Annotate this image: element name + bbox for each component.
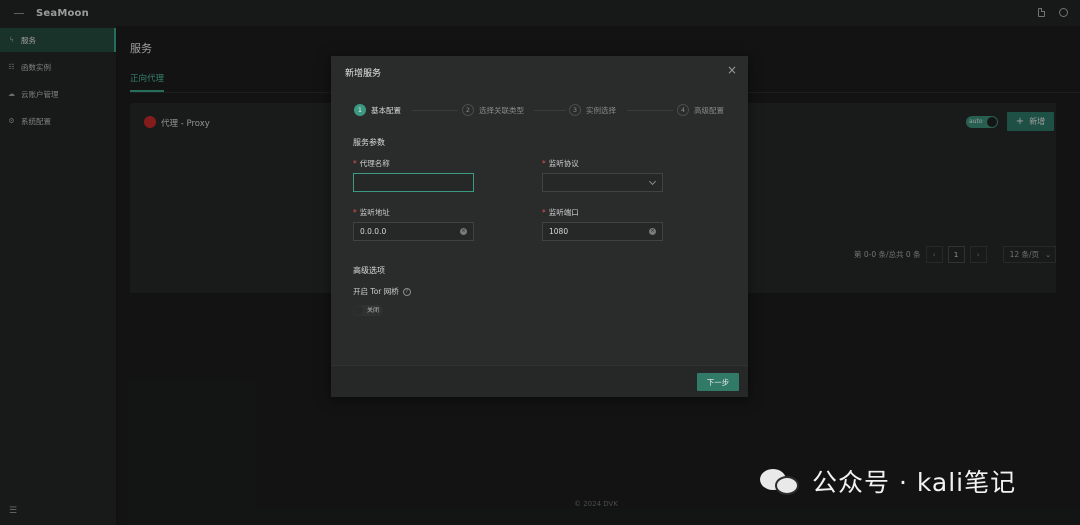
field-label-text: 监听地址 <box>359 208 390 217</box>
help-icon[interactable]: ? <box>402 287 411 296</box>
section-service-params: 服务参数 <box>353 138 385 147</box>
step-number: 2 <box>462 104 474 116</box>
required-mark: * <box>353 159 357 168</box>
clear-icon[interactable]: × <box>460 228 467 235</box>
listen-protocol-label: * 监听协议 <box>542 158 579 169</box>
step-connector <box>412 110 458 111</box>
new-service-modal: 新增服务 × 1 基本配置 2 选择关联类型 3 实例选择 4 高级配置 服务参… <box>331 56 748 397</box>
wechat-watermark: 公众号 · kali笔记 <box>760 463 1016 499</box>
step-label: 高级配置 <box>694 105 724 115</box>
listen-address-label: * 监听地址 <box>353 207 390 218</box>
listen-port-label: * 监听端口 <box>542 207 579 218</box>
proxy-name-label: * 代理名称 <box>353 158 390 169</box>
watermark-text: 公众号 · kali笔记 <box>812 468 1017 497</box>
listen-protocol-select[interactable] <box>542 173 663 192</box>
modal-footer: 下一步 <box>331 365 748 397</box>
step-connector <box>627 110 673 111</box>
listen-address-input[interactable]: 0.0.0.0 × <box>353 222 474 241</box>
required-mark: * <box>353 208 357 217</box>
modal-header: 新增服务 × <box>331 56 748 86</box>
switch-label: 关闭 <box>367 307 380 314</box>
tor-label-text: 开启 Tor 网桥 <box>353 287 399 296</box>
step-instance-select: 3 实例选择 <box>569 104 616 116</box>
steps-bar: 1 基本配置 2 选择关联类型 3 实例选择 4 高级配置 <box>354 104 734 118</box>
step-connector <box>534 110 566 111</box>
step-basic-config: 1 基本配置 <box>354 104 401 116</box>
field-label-text: 监听端口 <box>548 208 579 217</box>
toggle-knob <box>354 306 363 315</box>
required-mark: * <box>542 159 546 168</box>
tor-bridge-switch[interactable]: 关闭 <box>353 305 383 316</box>
step-number: 4 <box>677 104 689 116</box>
input-value: 0.0.0.0 <box>360 227 387 236</box>
required-mark: * <box>542 208 546 217</box>
step-advanced-config: 4 高级配置 <box>677 104 724 116</box>
field-label-text: 代理名称 <box>359 159 390 168</box>
tor-bridge-label: 开启 Tor 网桥 ? <box>353 286 411 297</box>
input-value: 1080 <box>549 227 569 236</box>
step-number: 1 <box>354 104 366 116</box>
close-icon[interactable]: × <box>727 64 737 76</box>
clear-icon[interactable]: × <box>649 228 656 235</box>
section-advanced-options: 高级选项 <box>353 266 385 275</box>
listen-port-input[interactable]: 1080 × <box>542 222 663 241</box>
step-label: 选择关联类型 <box>479 105 524 115</box>
chevron-down-icon <box>648 177 657 186</box>
modal-title: 新增服务 <box>345 69 382 79</box>
next-step-button[interactable]: 下一步 <box>697 373 739 391</box>
proxy-name-input[interactable] <box>353 173 474 192</box>
step-label: 实例选择 <box>586 105 616 115</box>
wechat-logo-icon <box>760 466 804 496</box>
step-label: 基本配置 <box>371 105 401 115</box>
step-number: 3 <box>569 104 581 116</box>
step-select-link-type: 2 选择关联类型 <box>462 104 524 116</box>
field-label-text: 监听协议 <box>548 159 579 168</box>
